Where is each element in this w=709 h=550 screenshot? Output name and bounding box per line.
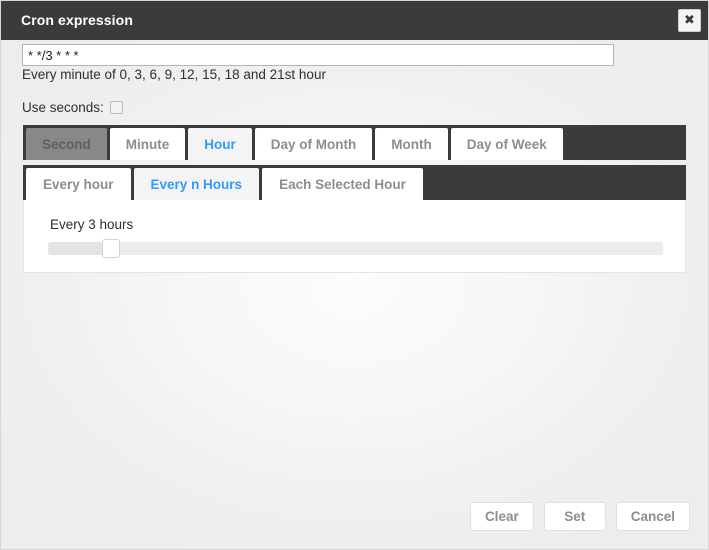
every-n-hours-slider[interactable] bbox=[48, 239, 663, 258]
tab-hour[interactable]: Hour bbox=[188, 128, 252, 160]
sub-tabstrip: Every hour Every n Hours Each Selected Hou… bbox=[23, 165, 686, 200]
dialog-title: Cron expression bbox=[21, 12, 133, 28]
subtab-each-selected-hour[interactable]: Each Selected Hour bbox=[262, 168, 423, 200]
slider-handle[interactable] bbox=[102, 239, 120, 258]
dialog-titlebar: Cron expression ✖ bbox=[1, 1, 708, 40]
use-seconds-label: Use seconds: bbox=[22, 100, 104, 115]
use-seconds-checkbox[interactable] bbox=[109, 101, 123, 114]
cancel-button[interactable]: Cancel bbox=[615, 502, 690, 531]
tab-month[interactable]: Month bbox=[375, 128, 448, 160]
cron-expression-input[interactable] bbox=[22, 44, 614, 66]
cron-expression-description: Every minute of 0, 3, 6, 9, 12, 15, 18 a… bbox=[22, 67, 326, 82]
use-seconds-row: Use seconds: bbox=[22, 100, 123, 115]
close-button[interactable]: ✖ bbox=[678, 9, 701, 32]
cron-expression-dialog: Cron expression ✖ Every minute of 0, 3, … bbox=[0, 0, 709, 550]
slider-caption: Every 3 hours bbox=[50, 217, 134, 232]
subtab-every-hour[interactable]: Every hour bbox=[26, 168, 131, 200]
slider-fill bbox=[48, 242, 107, 255]
tab-day-of-month[interactable]: Day of Month bbox=[254, 128, 373, 160]
dialog-footer: Clear Set Cancel bbox=[460, 502, 690, 531]
tab-second: Second bbox=[26, 128, 107, 160]
main-tabstrip: Second Minute Hour Day of Month Month Day of … bbox=[23, 125, 686, 160]
tab-day-of-week[interactable]: Day of Week bbox=[450, 128, 563, 160]
clear-button[interactable]: Clear bbox=[469, 502, 534, 531]
set-button[interactable]: Set bbox=[543, 502, 606, 531]
tab-content-panel: Every 3 hours bbox=[23, 200, 686, 273]
slider-track[interactable] bbox=[48, 242, 663, 255]
tab-minute[interactable]: Minute bbox=[109, 128, 186, 160]
close-icon: ✖ bbox=[684, 13, 695, 28]
subtab-every-n-hours[interactable]: Every n Hours bbox=[133, 168, 260, 200]
